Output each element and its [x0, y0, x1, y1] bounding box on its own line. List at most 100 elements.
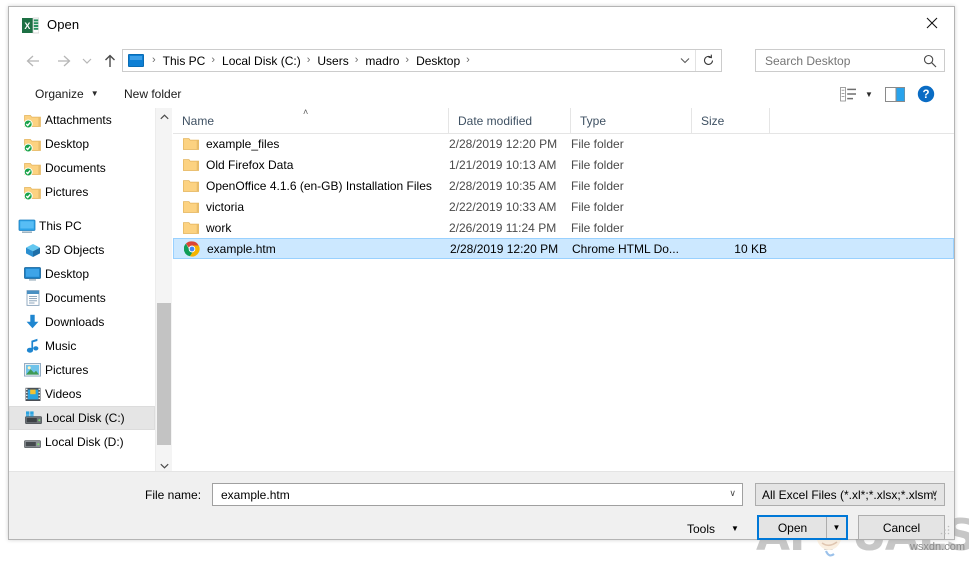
breadcrumb-separator: › [152, 54, 156, 66]
sidebar-item-desktop[interactable]: Desktop [9, 262, 155, 286]
file-name-combobox[interactable]: ∨ [212, 483, 743, 506]
open-file-dialog: X Open › This PC › Local Disk (C:) › Use… [8, 6, 969, 561]
column-header-name[interactable]: Name ˄ [173, 107, 449, 133]
sidebar-item-label: Local Disk (D:) [45, 435, 124, 449]
sidebar-item-label: Desktop [45, 267, 90, 281]
3d-objects-icon [24, 242, 41, 258]
sidebar-item-attachments[interactable]: Attachments [9, 108, 155, 132]
chevron-down-icon [680, 58, 690, 64]
search-box[interactable] [755, 49, 945, 72]
sidebar-item-local-disk-c[interactable]: Local Disk (C:) [9, 406, 155, 430]
resize-grip[interactable] [939, 524, 951, 536]
file-name-cell: victoria [182, 196, 244, 217]
sidebar-item-desktop[interactable]: Desktop [9, 132, 155, 156]
cancel-button[interactable]: Cancel [858, 515, 945, 540]
search-input[interactable] [763, 52, 915, 69]
chevron-down-icon: ▼ [731, 524, 739, 533]
breadcrumb-separator: › [405, 54, 410, 66]
close-button[interactable] [909, 7, 954, 38]
recent-locations-button[interactable] [79, 49, 95, 73]
date-modified-cell: 2/26/2019 11:24 PM [449, 220, 557, 235]
onedrive-folder-icon [24, 137, 41, 152]
table-row[interactable]: Old Firefox Data 1/21/2019 10:13 AM File f… [173, 154, 954, 175]
sidebar-item-downloads[interactable]: Downloads [9, 310, 155, 334]
sidebar-item-music[interactable]: Music [9, 334, 155, 358]
folder-icon [182, 178, 199, 194]
scroll-up-button[interactable] [156, 108, 172, 125]
navigation-pane-scrollbar[interactable] [155, 108, 172, 474]
column-header-label: Date modified [458, 113, 533, 128]
open-button[interactable]: Open [759, 517, 827, 538]
documents-icon [26, 290, 40, 306]
sidebar-item-this-pc[interactable]: This PC [9, 214, 155, 238]
folder-icon [182, 199, 199, 215]
file-type-combobox[interactable]: All Excel Files (*.xl*;*.xlsx;*.xlsm; ∨ [755, 483, 945, 506]
chevron-down-icon[interactable]: ∨ [729, 488, 736, 499]
sidebar-item-label: Music [45, 339, 77, 353]
breadcrumb-desktop[interactable]: Desktop [414, 54, 462, 68]
column-header-date-modified[interactable]: Date modified [449, 108, 571, 133]
breadcrumb-madro[interactable]: madro [363, 54, 401, 68]
sidebar-item-label: Pictures [45, 185, 89, 199]
column-header-type[interactable]: Type [571, 108, 692, 133]
scrollbar-thumb[interactable] [157, 303, 171, 445]
navigation-pane-list: Attachments Desktop Documents Pictures This … [9, 108, 155, 454]
table-row[interactable]: victoria 2/22/2019 10:33 AM File folder [173, 196, 954, 217]
file-list: Name ˄ Date modified Type Size example_files… [173, 107, 969, 561]
onedrive-folder-icon [24, 161, 41, 176]
sidebar-item-pictures[interactable]: Pictures [9, 358, 155, 382]
table-row[interactable]: work 2/26/2019 11:24 PM File folder [173, 217, 954, 238]
sidebar-item-label: Documents [45, 161, 106, 175]
sidebar-item-label: Local Disk (C:) [46, 411, 125, 425]
date-modified-cell: 2/22/2019 10:33 AM [449, 199, 557, 214]
sidebar-item-label: Desktop [45, 137, 90, 151]
videos-icon [25, 387, 41, 402]
sidebar-item-pictures[interactable]: Pictures [9, 180, 155, 204]
this-pc-icon [18, 219, 36, 234]
breadcrumb-local-disk-c[interactable]: Local Disk (C:) [220, 54, 303, 68]
open-split-button[interactable]: Open ▼ [757, 515, 848, 540]
pictures-icon [24, 362, 41, 378]
help-circle-icon[interactable]: ? [912, 83, 940, 105]
music-icon [24, 338, 41, 354]
column-header-size[interactable]: Size [692, 108, 770, 133]
forward-button[interactable] [52, 49, 76, 73]
sidebar-item-documents[interactable]: Documents [9, 156, 155, 180]
address-bar[interactable]: › This PC › Local Disk (C:) › Users › ma… [122, 49, 722, 72]
organize-button[interactable]: Organize ▼ [35, 84, 99, 104]
refresh-button[interactable] [695, 50, 721, 71]
excel-icon: X [22, 17, 40, 34]
back-button[interactable] [21, 49, 45, 73]
type-cell: File folder [571, 178, 624, 193]
breadcrumb-users[interactable]: Users [315, 54, 350, 68]
file-name-input[interactable] [219, 486, 708, 503]
sidebar-item-3d-objects[interactable]: 3D Objects [9, 238, 155, 262]
breadcrumb-separator: › [354, 54, 359, 66]
tools-button[interactable]: Tools ▼ [687, 517, 739, 540]
table-row[interactable]: example_files 2/28/2019 12:20 PM File fold… [173, 133, 954, 154]
table-row[interactable]: example.htm 2/28/2019 12:20 PM Chrome HTML… [173, 238, 954, 259]
size-cell [692, 196, 766, 217]
downloads-icon [24, 314, 41, 330]
table-row[interactable]: OpenOffice 4.1.6 (en-GB) Installation Fi… [173, 175, 954, 196]
preview-pane-icon[interactable] [878, 83, 912, 105]
file-name-label: File name: [145, 488, 202, 502]
view-options-caret-icon[interactable]: ▼ [860, 83, 878, 105]
size-cell [692, 154, 766, 175]
breadcrumb-this-pc[interactable]: This PC [161, 54, 208, 68]
sidebar-item-documents[interactable]: Documents [9, 286, 155, 310]
date-modified-cell: 1/21/2019 10:13 AM [449, 157, 557, 172]
open-dropdown-button[interactable]: ▼ [827, 517, 846, 538]
new-folder-button[interactable]: New folder [124, 84, 181, 104]
dialog-body: Attachments Desktop Documents Pictures This … [9, 107, 969, 561]
sidebar-item-local-disk-d[interactable]: Local Disk (D:) [9, 430, 155, 454]
address-dropdown-button[interactable] [675, 50, 695, 71]
view-list-icon[interactable] [836, 83, 860, 105]
arrow-right-icon [58, 55, 71, 67]
file-name-text: example.htm [207, 241, 276, 256]
up-button[interactable] [98, 49, 122, 73]
this-pc-icon [18, 218, 35, 234]
sidebar-item-label: Videos [45, 387, 82, 401]
sidebar-item-videos[interactable]: Videos [9, 382, 155, 406]
navigation-pane: Attachments Desktop Documents Pictures This … [9, 108, 155, 474]
